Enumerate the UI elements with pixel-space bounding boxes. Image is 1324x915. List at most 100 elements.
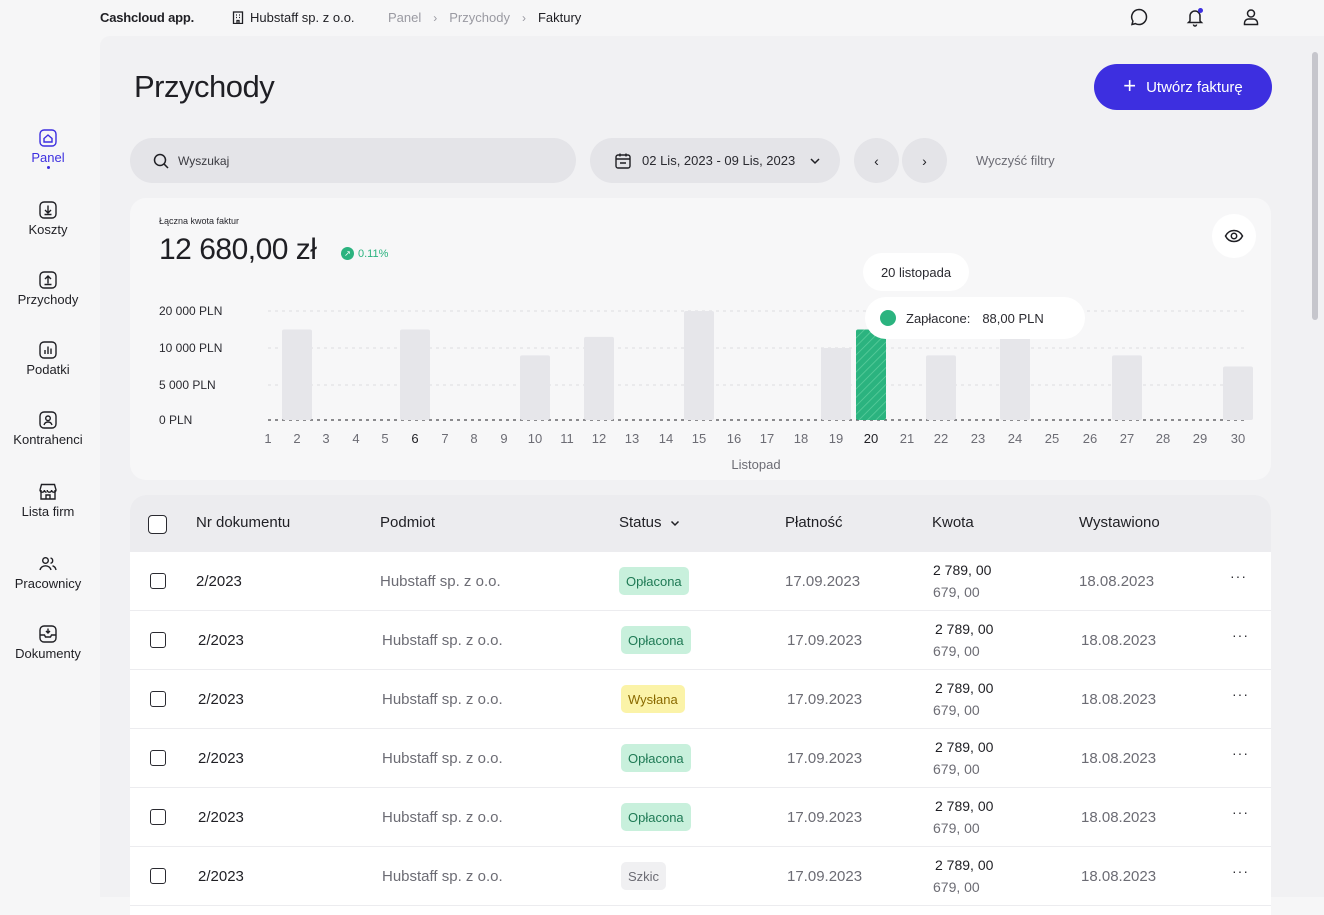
x-tick-label: 28 — [1156, 431, 1170, 446]
chart-bar[interactable] — [584, 336, 614, 420]
sidebar-item-dokumenty[interactable]: Dokumenty — [0, 624, 96, 661]
row-menu-icon[interactable]: ··· — [1232, 804, 1249, 820]
table-row[interactable]: 2/2023 Hubstaff sp. z o.o. Opłacona 17.0… — [130, 552, 1271, 611]
bell-icon[interactable] — [1184, 6, 1206, 28]
chart-bar[interactable] — [400, 329, 430, 421]
cell-nr[interactable]: 2/2023 — [198, 868, 244, 885]
cell-platnosc: 17.09.2023 — [787, 868, 863, 885]
row-checkbox[interactable] — [150, 809, 166, 825]
page-scrollbar[interactable] — [1312, 52, 1318, 320]
prev-period-button[interactable]: ‹ — [854, 138, 899, 183]
header-nr-dokumentu[interactable]: Nr dokumentu — [196, 514, 290, 531]
cell-kwota-netto: 679, 00 — [933, 820, 980, 836]
x-tick-label: 27 — [1120, 431, 1134, 446]
header-kwota[interactable]: Kwota — [932, 514, 974, 531]
app-brand[interactable]: Cashcloud app. — [100, 10, 194, 25]
row-menu-icon[interactable]: ··· — [1232, 627, 1249, 643]
header-status[interactable]: Status — [619, 514, 680, 531]
y-tick-label: 20 000 PLN — [159, 304, 222, 318]
x-tick-label: 23 — [971, 431, 985, 446]
users-icon — [38, 554, 58, 574]
chart-bar[interactable] — [1112, 355, 1142, 420]
cell-kwota-netto: 679, 00 — [933, 761, 980, 777]
sidebar-item-kontrahenci[interactable]: Kontrahenci — [0, 410, 96, 447]
x-tick-label: 18 — [794, 431, 808, 446]
sidebar-item-label: Podatki — [26, 362, 70, 377]
cell-nr[interactable]: 2/2023 — [198, 750, 244, 767]
cell-nr[interactable]: 2/2023 — [196, 573, 242, 590]
sidebar-item-pracownicy[interactable]: Pracownicy — [0, 554, 96, 591]
x-tick-label: 29 — [1193, 431, 1207, 446]
table-row[interactable]: 2/2023 Hubstaff sp. z o.o. Szkic 17.09.2… — [130, 847, 1271, 906]
chart-bar[interactable] — [520, 355, 550, 420]
breadcrumb: Panel › Przychody › Faktury — [388, 10, 581, 25]
clear-filters-link[interactable]: Wyczyść filtry — [976, 153, 1055, 168]
user-icon[interactable] — [1240, 6, 1262, 28]
cell-nr[interactable]: 2/2023 — [198, 632, 244, 649]
row-checkbox[interactable] — [150, 691, 166, 707]
chart-bar[interactable] — [684, 311, 714, 420]
create-invoice-button[interactable]: + Utwórz fakturę — [1094, 64, 1272, 110]
cell-podmiot: Hubstaff sp. z o.o. — [382, 809, 503, 826]
search-placeholder: Wyszukaj — [178, 153, 230, 168]
create-invoice-label: Utwórz fakturę — [1146, 78, 1243, 96]
sidebar-item-label: Lista firm — [21, 504, 75, 519]
inbox-icon — [38, 624, 58, 644]
chart-bar[interactable] — [821, 348, 851, 420]
row-checkbox[interactable] — [150, 868, 166, 884]
chart-bar[interactable] — [856, 329, 886, 421]
header-podmiot[interactable]: Podmiot — [380, 514, 435, 531]
sidebar-item-panel[interactable]: Panel — [0, 118, 96, 176]
sidebar-item-przychody[interactable]: Przychody — [0, 270, 96, 307]
sidebar-item-lista-firm[interactable]: Lista firm — [0, 482, 96, 519]
sidebar-item-podatki[interactable]: Podatki — [0, 340, 96, 377]
cell-platnosc: 17.09.2023 — [787, 750, 863, 767]
x-tick-label: 15 — [692, 431, 706, 446]
company-switcher[interactable]: Hubstaff sp. z o.o. — [232, 10, 355, 25]
active-dot — [46, 166, 50, 169]
row-menu-icon[interactable]: ··· — [1230, 568, 1247, 584]
row-menu-icon[interactable]: ··· — [1232, 863, 1249, 879]
cell-nr[interactable]: 2/2023 — [198, 809, 244, 826]
download-box-icon — [38, 200, 58, 220]
row-menu-icon[interactable]: ··· — [1232, 745, 1249, 761]
table-row[interactable]: 2/2023 Hubstaff sp. z o.o. Opłacona 17.0… — [130, 611, 1271, 670]
table-header: Nr dokumentu Podmiot Status Płatność Kwo… — [130, 495, 1271, 552]
cell-podmiot: Hubstaff sp. z o.o. — [382, 691, 503, 708]
cell-wystawiono: 18.08.2023 — [1081, 691, 1157, 708]
search-input[interactable]: Wyszukaj — [130, 138, 576, 183]
chart-bar[interactable] — [1223, 366, 1253, 421]
tooltip-amount: 88,00 PLN — [982, 310, 1044, 326]
chart-bar[interactable] — [282, 329, 312, 421]
next-period-button[interactable]: › — [902, 138, 947, 183]
header-wystawiono[interactable]: Wystawiono — [1079, 514, 1160, 531]
row-checkbox[interactable] — [150, 573, 166, 589]
status-badge: Wysłana — [621, 685, 685, 713]
date-range-picker[interactable]: 02 Lis, 2023 - 09 Lis, 2023 — [590, 138, 840, 183]
sidebar-item-koszty[interactable]: Koszty — [0, 200, 96, 237]
row-checkbox[interactable] — [150, 632, 166, 648]
sidebar-item-label: Koszty — [28, 222, 68, 237]
invoices-table: Nr dokumentu Podmiot Status Płatność Kwo… — [130, 495, 1271, 915]
x-tick-label: 1 — [264, 431, 271, 446]
visibility-toggle-button[interactable] — [1212, 214, 1256, 258]
cell-nr[interactable]: 2/2023 — [198, 691, 244, 708]
table-row[interactable]: 2/2023 Hubstaff sp. z o.o. Opłacona 17.0… — [130, 729, 1271, 788]
chart-bar[interactable] — [926, 355, 956, 420]
header-platnosc[interactable]: Płatność — [785, 514, 843, 531]
x-tick-label: 16 — [727, 431, 741, 446]
row-menu-icon[interactable]: ··· — [1232, 686, 1249, 702]
sidebar-item-label: Przychody — [17, 292, 79, 307]
breadcrumb-panel[interactable]: Panel — [388, 10, 421, 25]
table-row[interactable]: 2/2023 Hubstaff sp. z o.o. Wysłana 17.09… — [130, 670, 1271, 729]
table-row[interactable]: 2/2023 Hubstaff sp. z o.o. Opłacona 17.0… — [130, 788, 1271, 847]
row-checkbox[interactable] — [150, 750, 166, 766]
revenue-chart-card: 20 000 PLN 10 000 PLN 5 000 PLN 0 PLN 12345… — [130, 198, 1271, 480]
cell-platnosc: 17.09.2023 — [787, 632, 863, 649]
eye-icon — [1224, 229, 1244, 243]
breadcrumb-przychody[interactable]: Przychody — [449, 10, 510, 25]
x-tick-label: 5 — [381, 431, 388, 446]
cell-kwota-netto: 679, 00 — [933, 702, 980, 718]
select-all-checkbox[interactable] — [148, 515, 167, 534]
chat-icon[interactable] — [1128, 6, 1150, 28]
